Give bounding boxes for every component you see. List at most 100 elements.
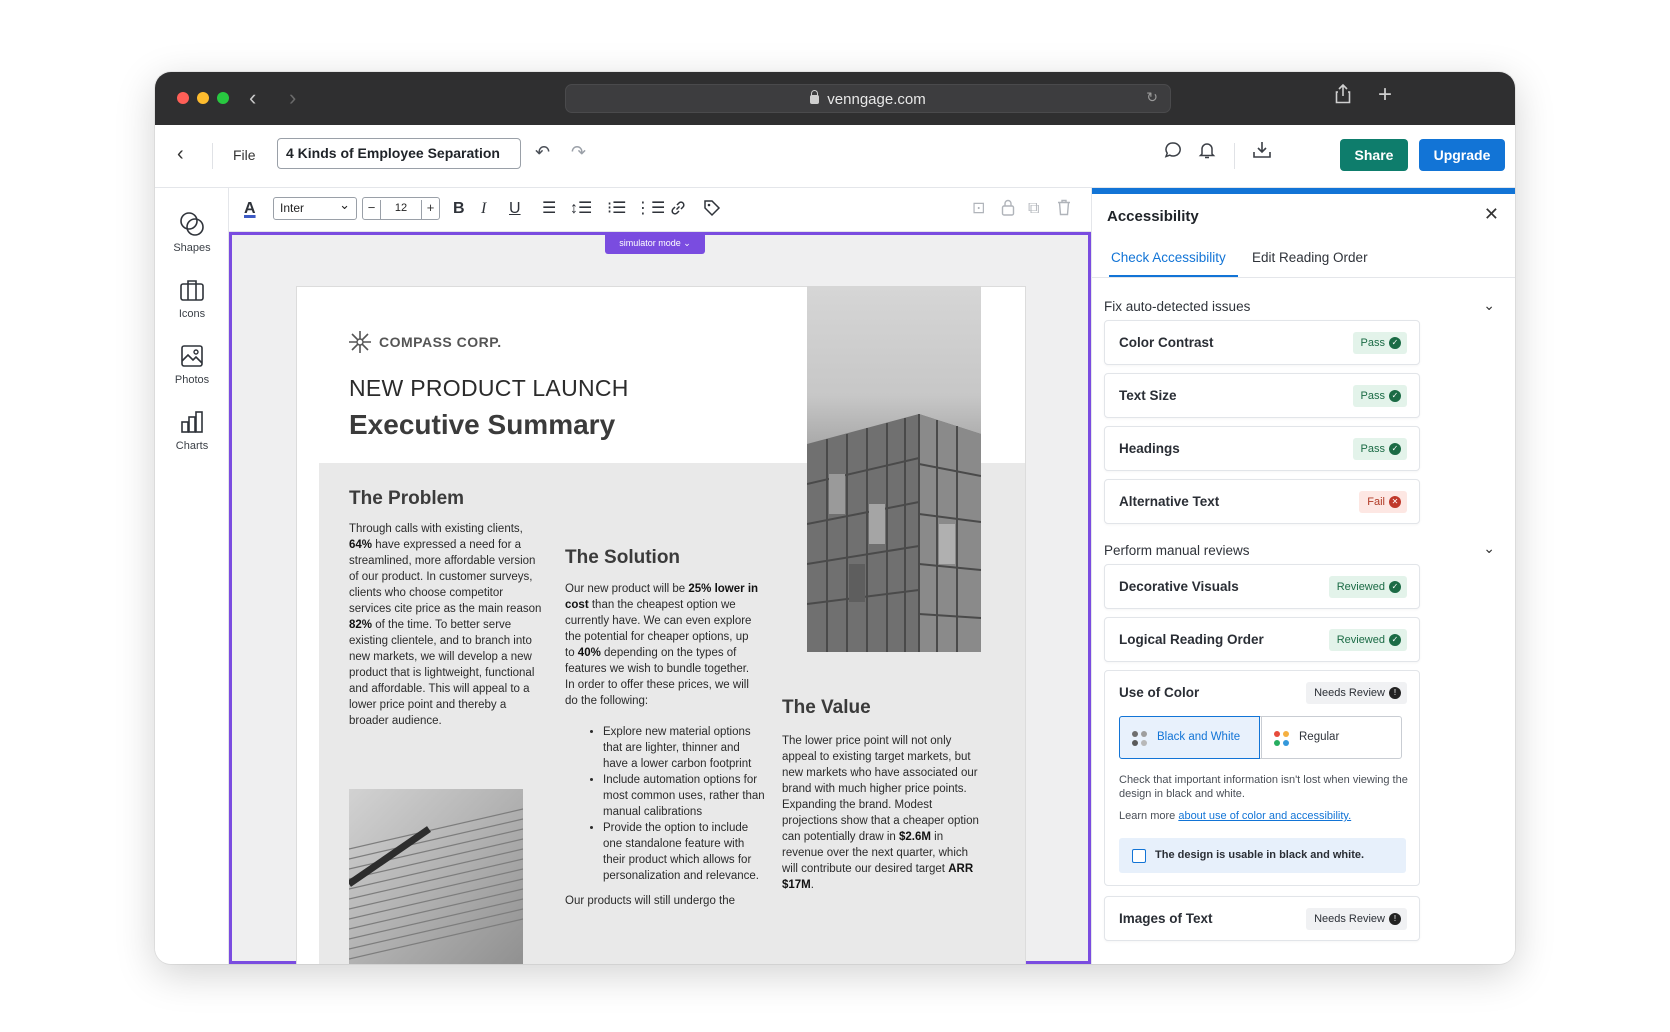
company-logo[interactable]: COMPASS CORP.	[349, 331, 502, 353]
redo-icon[interactable]: ↷	[571, 142, 586, 163]
check-logical-reading-order[interactable]: Logical Reading Order Reviewed ✓	[1104, 617, 1420, 662]
main-heading[interactable]: Executive Summary	[349, 409, 615, 441]
lock-icon[interactable]	[1001, 199, 1015, 222]
text-color-icon[interactable]: A	[244, 199, 256, 219]
check-images-of-text[interactable]: Images of Text Needs Review!	[1104, 896, 1420, 941]
check-decorative-visuals[interactable]: Decorative Visuals Reviewed ✓	[1104, 564, 1420, 609]
kicker-heading[interactable]: NEW PRODUCT LAUNCH	[349, 375, 629, 402]
link-icon[interactable]	[669, 199, 687, 223]
simulator-mode-dropdown[interactable]: simulator mode ⌄	[605, 234, 705, 254]
font-size-stepper[interactable]: − 12 +	[362, 197, 440, 220]
building-facade	[807, 414, 981, 652]
trash-icon[interactable]	[1057, 199, 1071, 222]
regular-color-option[interactable]: Regular	[1261, 717, 1402, 758]
problem-body[interactable]: Through calls with existing clients, 64%…	[349, 521, 545, 729]
decrease-size-button[interactable]: −	[363, 200, 381, 219]
value-heading[interactable]: The Value	[782, 697, 871, 719]
check-alternative-text[interactable]: Alternative Text Fail ✕	[1104, 479, 1420, 524]
address-bar[interactable]: venngage.com ↻	[565, 84, 1171, 113]
solution-heading[interactable]: The Solution	[565, 547, 680, 569]
sidebar-item-charts[interactable]: Charts	[155, 408, 229, 452]
font-family-select[interactable]: Inter	[273, 197, 357, 220]
close-window-button[interactable]	[177, 92, 189, 104]
learn-more-link[interactable]: about use of color and accessibility.	[1178, 810, 1351, 822]
tag-icon[interactable]	[703, 199, 721, 223]
check-label: Use of Color	[1119, 685, 1200, 700]
line-spacing-icon[interactable]: ↕☰	[570, 199, 592, 219]
upgrade-button[interactable]: Upgrade	[1419, 139, 1505, 171]
undo-icon[interactable]: ↶	[535, 142, 550, 163]
frame-icon[interactable]: ⊡	[972, 199, 985, 219]
value-body[interactable]: The lower price point will not only appe…	[782, 733, 982, 893]
color-dots-icon	[1274, 731, 1290, 747]
format-toolbar: A Inter − 12 + B I U ☰ ↕☰ ⁝☰ ⋮☰ ⊡ ⧉	[229, 188, 1091, 232]
browser-back-icon[interactable]: ‹	[249, 86, 256, 110]
stairs-pattern	[349, 808, 523, 960]
design-canvas[interactable]: simulator mode ⌄ COMPASS CORP. NEW PRODU…	[229, 232, 1091, 964]
stairs-photo[interactable]	[349, 789, 523, 964]
check-color-contrast[interactable]: Color Contrast Pass ✓	[1104, 320, 1420, 365]
file-menu-button[interactable]: File	[233, 147, 256, 163]
browser-forward-icon[interactable]: ›	[289, 86, 296, 110]
url-text: venngage.com	[827, 91, 926, 108]
tab-check-accessibility[interactable]: Check Accessibility	[1111, 250, 1226, 265]
sidebar-item-shapes[interactable]: Shapes	[155, 210, 229, 254]
status-badge: Needs Review!	[1306, 908, 1407, 930]
check-headings[interactable]: Headings Pass ✓	[1104, 426, 1420, 471]
sidebar-item-photos[interactable]: Photos	[155, 342, 229, 386]
numbered-list-icon[interactable]: ⋮☰	[635, 199, 665, 219]
check-label: Alternative Text	[1119, 494, 1220, 509]
bold-button[interactable]: B	[453, 199, 465, 219]
lock-icon	[810, 90, 820, 104]
check-circle-icon: ✓	[1389, 337, 1401, 349]
building-photo[interactable]	[807, 286, 981, 652]
left-sidebar: Shapes Icons Photos Charts	[155, 188, 229, 964]
font-size-value[interactable]: 12	[383, 202, 419, 214]
share-button[interactable]: Share	[1340, 139, 1408, 171]
list-item: Include automation options for most comm…	[603, 772, 765, 820]
check-text-size[interactable]: Text Size Pass ✓	[1104, 373, 1420, 418]
bw-confirmation[interactable]: The design is usable in black and white.	[1119, 838, 1406, 873]
solution-bullet-list[interactable]: Explore new material options that are li…	[585, 724, 765, 884]
bw-usable-checkbox[interactable]	[1132, 849, 1146, 863]
download-icon[interactable]	[1252, 141, 1272, 164]
chevron-down-icon[interactable]: ⌄	[1483, 540, 1495, 557]
document-page[interactable]: COMPASS CORP. NEW PRODUCT LAUNCH Executi…	[296, 286, 1026, 964]
check-circle-icon: ✓	[1389, 390, 1401, 402]
underline-button[interactable]: U	[509, 199, 521, 219]
share-sheet-icon[interactable]	[1335, 83, 1351, 110]
list-item: Explore new material options that are li…	[603, 724, 765, 772]
grayscale-dots-icon	[1132, 731, 1148, 747]
briefcase-icon	[180, 280, 204, 301]
increase-size-button[interactable]: +	[421, 200, 439, 219]
comment-icon[interactable]	[1164, 141, 1182, 164]
check-circle-icon: ✓	[1389, 443, 1401, 455]
back-icon[interactable]: ‹	[177, 143, 184, 166]
reload-icon[interactable]: ↻	[1146, 89, 1158, 106]
problem-heading[interactable]: The Problem	[349, 488, 464, 510]
italic-button[interactable]: I	[481, 199, 486, 219]
check-label: Headings	[1119, 441, 1180, 456]
chevron-down-icon[interactable]: ⌄	[1483, 297, 1495, 314]
tab-edit-reading-order[interactable]: Edit Reading Order	[1252, 250, 1368, 265]
status-badge: Pass ✓	[1352, 332, 1407, 354]
panel-tabs: Check Accessibility Edit Reading Order	[1092, 238, 1515, 278]
solution-body[interactable]: Our new product will be 25% lower in cos…	[565, 581, 761, 709]
document-title-input[interactable]: 4 Kinds of Employee Separation	[277, 138, 521, 169]
manual-reviews-heading[interactable]: Perform manual reviews	[1104, 543, 1250, 558]
minimize-window-button[interactable]	[197, 92, 209, 104]
align-icon[interactable]: ☰	[542, 199, 556, 219]
bell-icon[interactable]	[1198, 141, 1216, 164]
black-and-white-option[interactable]: Black and White	[1119, 716, 1260, 759]
auto-issues-heading[interactable]: Fix auto-detected issues	[1104, 299, 1250, 314]
check-use-of-color[interactable]: Use of Color Needs Review! Black and Whi…	[1104, 670, 1420, 886]
duplicate-icon[interactable]: ⧉	[1028, 199, 1039, 219]
image-icon	[181, 345, 203, 367]
sidebar-item-icons[interactable]: Icons	[155, 276, 229, 320]
zoom-window-button[interactable]	[217, 92, 229, 104]
bulleted-list-icon[interactable]: ⁝☰	[607, 199, 626, 219]
solution-footer[interactable]: Our products will still undergo the	[565, 893, 761, 909]
close-icon[interactable]: ✕	[1484, 204, 1499, 225]
new-tab-icon[interactable]: +	[1378, 81, 1392, 109]
status-badge: Pass ✓	[1352, 438, 1407, 460]
